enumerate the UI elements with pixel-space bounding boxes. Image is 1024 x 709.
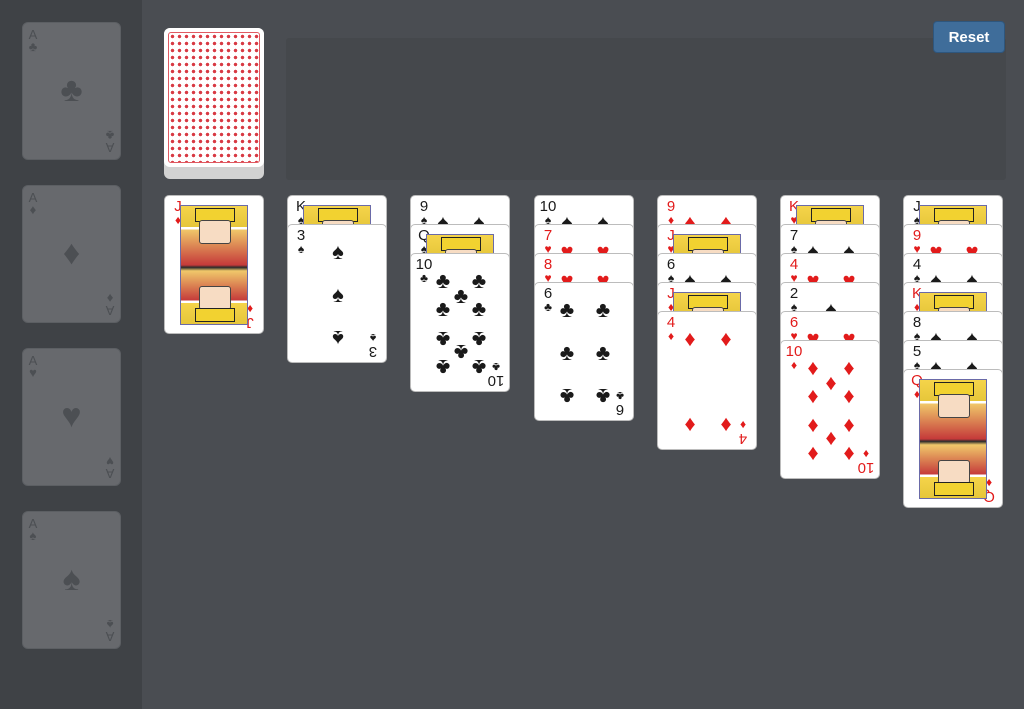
foundation-corner: A ♥ [28, 353, 38, 380]
card-pip: ♦ [843, 383, 855, 408]
card-pip: ♦ [684, 326, 696, 351]
card-rank: 6 [615, 401, 625, 418]
card-pip: ♦ [807, 383, 819, 408]
face-card-art [180, 205, 248, 325]
card-pip: ♦ [807, 442, 819, 467]
portrait [938, 460, 970, 484]
foundation-slot-hearts[interactable]: A ♥ ♥ A ♥ [22, 348, 121, 486]
diamonds-icon: ♦ [62, 234, 81, 272]
card-index: 3 ♠ [364, 331, 382, 360]
card-rank: 3 [368, 343, 378, 360]
card-pip: ♦ [720, 413, 732, 438]
hearts-icon: ♥ [61, 397, 82, 435]
card-suit-icon: ♠ [369, 331, 377, 345]
portrait [199, 220, 231, 244]
card-index: 3 ♠ [292, 228, 310, 255]
playing-card[interactable]: 3 ♠ 3 ♠ ♠ ♠ ♠ [287, 224, 387, 363]
spades-icon: ♠ [62, 560, 81, 598]
playing-card[interactable]: Q ♦ Q ♦ [903, 369, 1003, 508]
foundation-corner: A ♣ [28, 27, 38, 54]
card-pip: ♣ [559, 297, 575, 322]
reset-button[interactable]: Reset [933, 21, 1005, 53]
crown-icon [195, 308, 235, 322]
card-pip: ♦ [720, 326, 732, 351]
face-card-art [919, 379, 987, 499]
card-pip: ♦ [843, 442, 855, 467]
stock-pile[interactable] [164, 28, 264, 179]
card-pip: ♠ [332, 239, 344, 264]
playing-card[interactable]: 4 ♦ 4 ♦ ♦ ♦ ♦ ♦ [657, 311, 757, 450]
foundation-slot-spades[interactable]: A ♠ ♠ A ♠ [22, 511, 121, 649]
foundation-sidebar: A ♣ ♣ A ♣ A ♦ ♦ A ♦ A ♥ ♥ A ♥ A ♠ ♠ A ♠ [0, 0, 142, 709]
card-pip: ♣ [471, 355, 487, 380]
foundation-slot-clubs[interactable]: A ♣ ♣ A ♣ [22, 22, 121, 160]
foundation-corner: A ♦ [105, 291, 115, 318]
card-pip: ♣ [435, 296, 451, 321]
waste-pile-area [286, 38, 1006, 180]
crown-icon [934, 482, 974, 496]
portrait [199, 286, 231, 310]
foundation-corner: A ♠ [105, 617, 115, 644]
foundation-corner: A ♦ [28, 190, 38, 217]
card-pip: ♣ [435, 355, 451, 380]
card-pip: ♣ [559, 340, 575, 365]
card-index: 2 ♠ [785, 286, 803, 313]
card-pip: ♠ [332, 282, 344, 307]
foundation-slot-diamonds[interactable]: A ♦ ♦ A ♦ [22, 185, 121, 323]
playing-card[interactable]: 6 ♣ 6 ♣ ♣ ♣ ♣ ♣ ♣ ♣ [534, 282, 634, 421]
portrait [938, 394, 970, 418]
card-pip: ♣ [595, 340, 611, 365]
card-pip: ♠ [332, 326, 344, 351]
card-back[interactable] [164, 28, 264, 167]
foundation-corner: A ♥ [105, 454, 115, 481]
card-suit-icon: ♠ [297, 242, 305, 256]
card-rank: 4 [738, 430, 748, 447]
foundation-corner: A ♠ [28, 516, 38, 543]
playing-card[interactable]: 10 ♣ 10 ♣ ♣ ♣ ♣ ♣ ♣ ♣ ♣ ♣ ♣ ♣ [410, 253, 510, 392]
foundation-corner: A ♣ [105, 128, 115, 155]
card-pip: ♣ [595, 384, 611, 409]
playing-card[interactable]: J ♦ J ♦ [164, 195, 264, 334]
card-pip: ♣ [559, 384, 575, 409]
card-pip: ♣ [471, 296, 487, 321]
clubs-icon: ♣ [60, 71, 83, 109]
card-pip: ♣ [595, 297, 611, 322]
card-pip: ♦ [684, 413, 696, 438]
card-back-pattern [168, 32, 260, 163]
playing-card[interactable]: 10 ♦ 10 ♦ ♦ ♦ ♦ ♦ ♦ ♦ ♦ ♦ ♦ ♦ [780, 340, 880, 479]
